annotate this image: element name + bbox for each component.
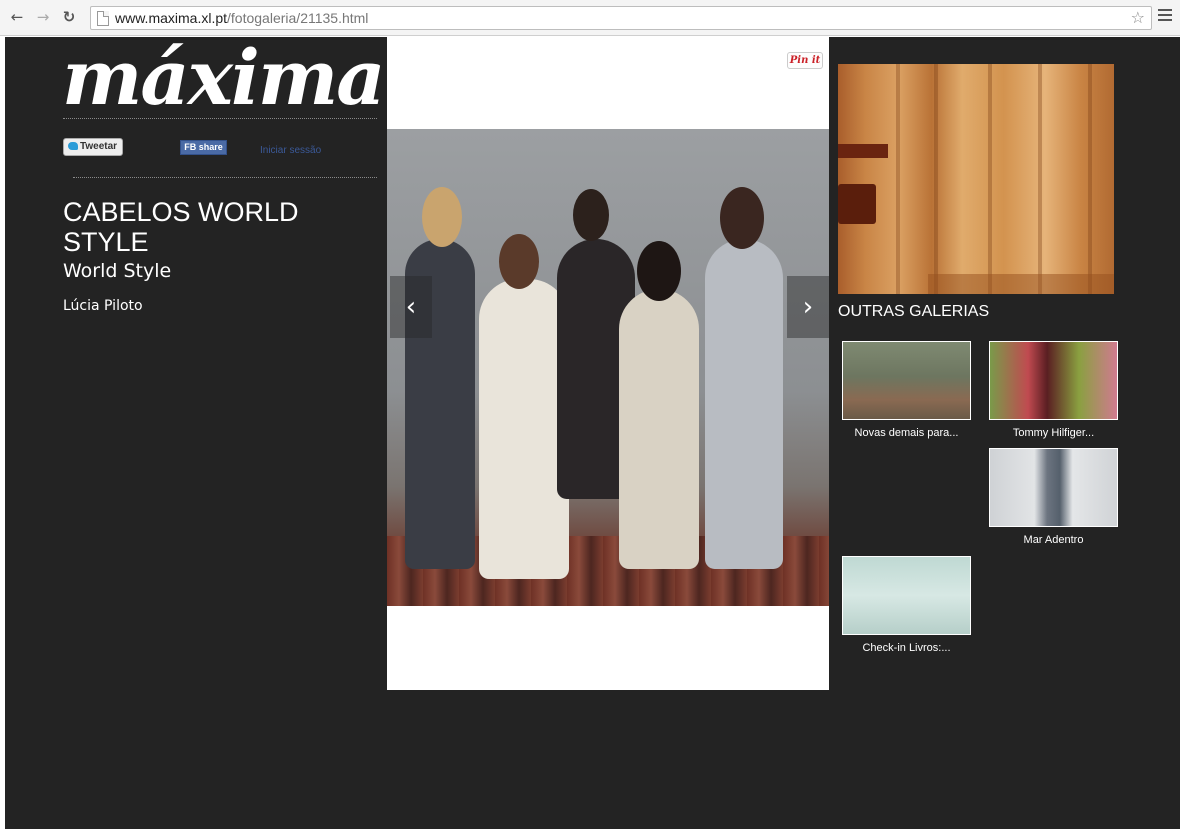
photo-model-4 [619, 289, 699, 569]
gallery-thumbnail-label-4[interactable]: Check-in Livros:... [842, 642, 971, 654]
gallery-next-button[interactable]: › [787, 276, 829, 338]
twitter-bird-icon [68, 142, 78, 150]
social-divider [73, 177, 377, 178]
gallery-subtitle: World Style [63, 260, 172, 282]
menu-icon[interactable] [1158, 9, 1172, 25]
gallery-thumbnail-label-1[interactable]: Novas demais para... [842, 427, 971, 439]
advertisement-banner[interactable] [838, 64, 1114, 294]
url-text: www.maxima.xl.pt/fotogaleria/21135.html [115, 10, 369, 26]
back-icon[interactable]: ← [8, 8, 26, 26]
other-galleries-heading: OUTRAS GALERIAS [838, 303, 990, 320]
gallery-photo [387, 129, 829, 606]
bookmark-star-icon[interactable]: ☆ [1131, 8, 1145, 27]
logo-divider [63, 118, 377, 119]
facebook-share-button[interactable]: FB share [180, 140, 227, 155]
gallery-thumbnail-label-2[interactable]: Tommy Hilfiger... [989, 427, 1118, 439]
gallery-thumbnail-2[interactable] [989, 341, 1118, 420]
browser-toolbar: ← → ↻ www.maxima.xl.pt/fotogaleria/21135… [0, 0, 1180, 36]
gallery-author: Lúcia Piloto [63, 298, 143, 314]
site-logo[interactable]: máxima [62, 38, 386, 118]
tweet-button[interactable]: Tweetar [63, 138, 123, 156]
photo-model-2-head [499, 234, 539, 289]
forward-icon[interactable]: → [34, 8, 52, 26]
photo-model-1-head [422, 187, 462, 247]
photo-model-5 [705, 239, 783, 569]
address-bar[interactable]: www.maxima.xl.pt/fotogaleria/21135.html … [90, 6, 1152, 30]
reload-icon[interactable]: ↻ [60, 8, 78, 26]
login-link[interactable]: Iniciar sessão [260, 145, 321, 156]
pinterest-button[interactable]: Pin it [787, 52, 823, 69]
page-icon [97, 11, 109, 26]
gallery-thumbnail-4[interactable] [842, 556, 971, 635]
gallery-thumbnail-1[interactable] [842, 341, 971, 420]
gallery-prev-button[interactable]: ‹ [390, 276, 432, 338]
photo-model-5-head [720, 187, 764, 249]
gallery-title: CABELOS WORLD STYLE [63, 197, 299, 257]
photo-model-3-head [573, 189, 609, 241]
photo-model-2 [479, 279, 569, 579]
gallery-thumbnail-label-3[interactable]: Mar Adentro [989, 534, 1118, 546]
photo-model-4-head [637, 241, 681, 301]
gallery-thumbnail-3[interactable] [989, 448, 1118, 527]
page-left-edge [0, 37, 5, 829]
